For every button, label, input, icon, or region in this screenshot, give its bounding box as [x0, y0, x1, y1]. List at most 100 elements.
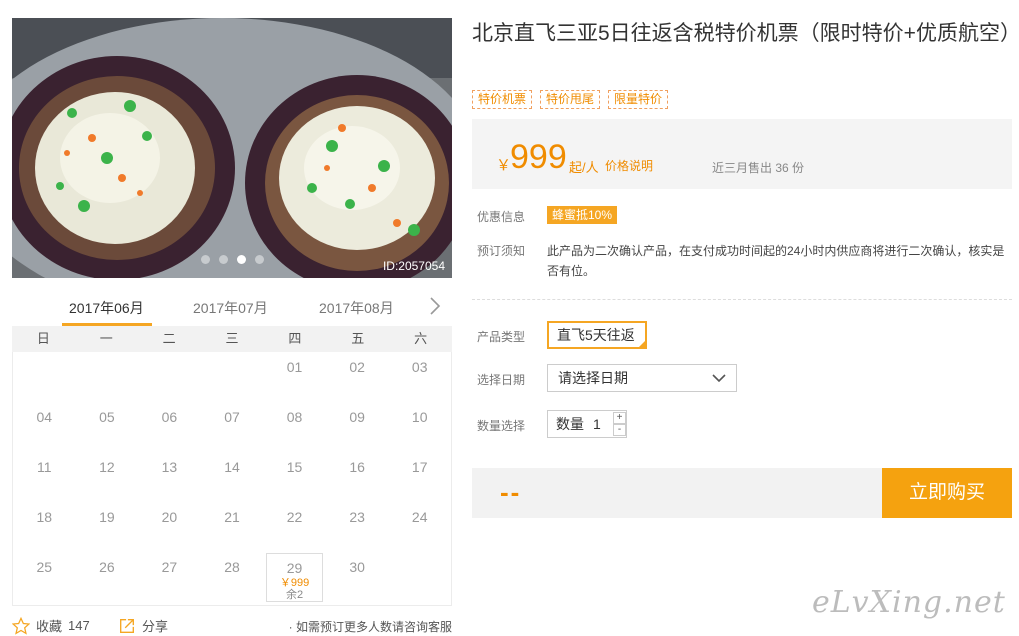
calendar-day: 18 — [13, 502, 76, 552]
calendar-day: 30 — [326, 552, 389, 602]
calendar-day-available[interactable]: 29 ￥999 余2 — [266, 553, 323, 602]
tab-month-august[interactable]: 2017年08月 — [319, 298, 394, 318]
share-icon — [120, 618, 134, 633]
calendar-day: 11 — [13, 452, 76, 502]
day-number: 06 — [161, 409, 178, 425]
day-number: 04 — [36, 409, 53, 425]
product-type-label: 产品类型 — [477, 330, 526, 344]
quantity-stepper: 数量 1 + - — [547, 410, 627, 438]
day-number: 30 — [349, 559, 365, 575]
buy-now-button[interactable]: 立即购买 — [882, 468, 1012, 518]
carousel-dot[interactable] — [200, 255, 210, 264]
calendar-day: 08 — [263, 402, 326, 452]
carousel-dot[interactable] — [254, 255, 264, 264]
weekday-label: 四 — [288, 331, 302, 346]
day-number: 25 — [36, 559, 53, 575]
day-number: 15 — [286, 459, 303, 475]
discount-label: 优惠信息 — [477, 210, 526, 224]
discount-badge: 蜂蜜抵10% — [547, 206, 618, 224]
calendar-day: 25 — [13, 552, 76, 602]
calendar-day: 03 — [388, 352, 451, 402]
price-explain-link[interactable]: 价格说明 — [605, 157, 653, 174]
day-number: 07 — [224, 409, 240, 425]
weekday-label: 五 — [351, 331, 365, 346]
calendar-day: 24 — [388, 502, 451, 552]
weekday-label: 三 — [225, 331, 239, 346]
calendar-day: 07 — [201, 402, 264, 452]
purchase-bar: -- 立即购买 — [472, 468, 1012, 518]
calendar-day: 13 — [138, 452, 201, 502]
favorite-count: 147 — [68, 618, 90, 633]
calendar-day: 22 — [263, 502, 326, 552]
calendar-day: 17 — [388, 452, 451, 502]
quantity-value[interactable]: 1 — [593, 411, 601, 437]
weekday-label: 六 — [414, 331, 428, 346]
carousel-dot[interactable] — [218, 255, 228, 264]
day-number: 18 — [36, 509, 53, 525]
product-tags: 特价机票 特价甩尾 限量特价 — [472, 90, 669, 109]
empty-day — [201, 352, 264, 402]
day-number: 28 — [224, 559, 240, 575]
date-label: 选择日期 — [477, 373, 526, 387]
calendar-day: 27 — [138, 552, 201, 602]
consult-link[interactable]: · 如需预订更多人数请咨询客服 — [289, 618, 452, 635]
site-watermark: eLvXing.net — [812, 585, 1006, 620]
day-number: 16 — [349, 459, 365, 475]
price-unit: 起/人 — [569, 160, 599, 175]
date-select-value: 请选择日期 — [558, 370, 628, 386]
favorite-label: 收藏 — [36, 619, 63, 634]
sold-count: 近三月售出 36 份 — [712, 161, 805, 175]
calendar-day: 12 — [76, 452, 139, 502]
empty-day — [76, 352, 139, 402]
day-number: 03 — [411, 359, 428, 375]
day-number: 17 — [411, 459, 428, 475]
day-number: 11 — [37, 459, 52, 475]
notice-label: 预订须知 — [477, 244, 526, 258]
calendar-grid: 01 02 03 04 05 06 07 08 09 10 11 12 13 14 15 16 17 18 19 20… — [13, 352, 451, 602]
favorite-button[interactable]: 收藏 147 — [12, 616, 90, 635]
currency-symbol: ￥ — [496, 157, 512, 174]
day-price: ￥999 — [279, 577, 310, 589]
empty-day — [138, 352, 201, 402]
day-number: 23 — [349, 509, 365, 525]
calendar-day: 09 — [326, 402, 389, 452]
calendar-day: 16 — [326, 452, 389, 502]
divider — [472, 299, 1012, 300]
calendar-day: 15 — [263, 452, 326, 502]
quantity-decrease-button[interactable]: - — [613, 424, 626, 436]
share-label: 分享 — [142, 619, 169, 634]
calendar-day: 04 — [13, 402, 76, 452]
day-number: 21 — [224, 509, 240, 525]
quantity-increase-button[interactable]: + — [613, 412, 626, 424]
product-title: 北京直飞三亚5日往返含税特价机票（限时特价+优质航空） — [472, 22, 1019, 45]
carousel-dot[interactable] — [236, 255, 246, 264]
day-number: 26 — [99, 559, 115, 575]
tab-month-june[interactable]: 2017年06月 — [69, 298, 144, 318]
product-photo[interactable]: ID:2057054 — [12, 18, 452, 278]
price-panel: ￥ 999 起/人 价格说明 近三月售出 36 份 — [472, 119, 1012, 189]
calendar-day: 19 — [76, 502, 139, 552]
calendar-body: 01 02 03 04 05 06 07 08 09 10 11 12 13 14 15 16 17 18 19 20… — [12, 352, 452, 606]
day-number: 12 — [99, 459, 115, 475]
calendar-day: 02 — [326, 352, 389, 402]
calendar-day: 23 — [326, 502, 389, 552]
weekday-label: 日 — [36, 331, 50, 346]
day-number: 29 — [286, 560, 303, 576]
share-button[interactable]: 分享 — [118, 616, 168, 635]
date-select[interactable]: 请选择日期 — [547, 364, 737, 392]
calendar-day: 26 — [76, 552, 139, 602]
calendar-day: 21 — [201, 502, 264, 552]
day-number: 27 — [161, 559, 178, 575]
total-price: -- — [500, 477, 522, 507]
day-number: 20 — [161, 509, 178, 525]
price-amount: 999 — [510, 138, 567, 176]
chevron-down-icon — [712, 374, 726, 383]
day-number: 01 — [286, 359, 303, 375]
chevron-right-icon[interactable] — [428, 296, 442, 316]
star-icon — [12, 616, 30, 635]
day-number: 22 — [286, 509, 303, 525]
weekday-label: 二 — [162, 331, 176, 346]
product-type-option[interactable]: 直飞5天往返 — [547, 321, 647, 349]
calendar-day: 28 — [201, 552, 264, 602]
tab-month-july[interactable]: 2017年07月 — [193, 298, 268, 318]
